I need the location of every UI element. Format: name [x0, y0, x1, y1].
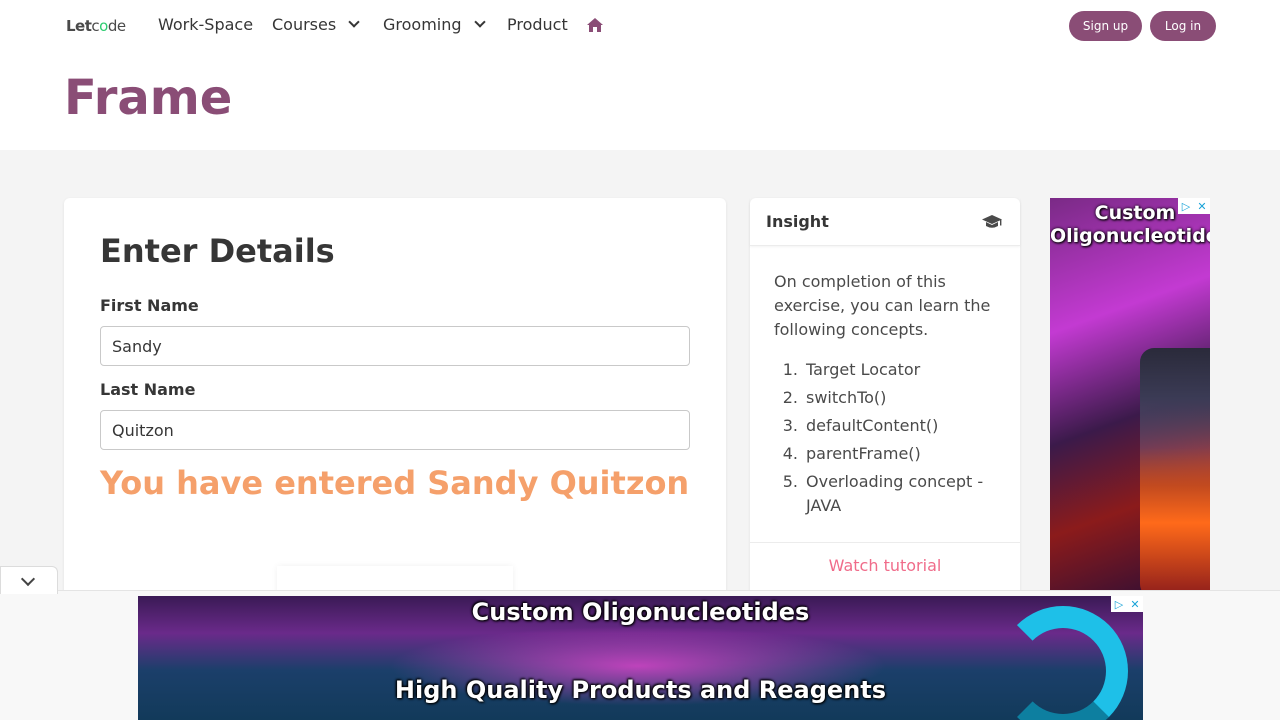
list-item-number: 5.	[782, 472, 798, 491]
list-item: 2. switchTo()	[774, 386, 996, 410]
result-text: You have entered Sandy Quitzon	[100, 464, 690, 502]
list-item: 5. Overloading concept - JAVA	[774, 470, 996, 518]
letcode-logo[interactable]: Letcode	[66, 17, 126, 35]
ad-choices-icon[interactable]: ▷	[1178, 198, 1194, 214]
top-navbar: Letcode Work-Space Courses Grooming Prod…	[0, 0, 1280, 52]
logo-text-c: c	[91, 17, 100, 35]
ad-close-icon[interactable]: ✕	[1194, 198, 1210, 214]
chevron-down-icon	[348, 15, 360, 28]
list-item-number: 3.	[782, 416, 798, 435]
list-item-number: 2.	[782, 388, 798, 407]
first-name-label: First Name	[100, 296, 199, 315]
insight-title: Insight	[766, 212, 829, 231]
first-name-input[interactable]	[100, 326, 690, 366]
nav-item-grooming[interactable]: Grooming	[383, 15, 486, 34]
side-ad-banner[interactable]: Custom Oligonucleotides ▷ ✕	[1050, 198, 1210, 592]
ad-close-icon[interactable]: ✕	[1127, 596, 1143, 612]
logo-text-o: o	[99, 17, 108, 35]
hero-section: Frame	[0, 52, 1280, 150]
list-item-text: defaultContent()	[806, 416, 939, 435]
last-name-label: Last Name	[100, 380, 196, 399]
nav-item-courses-label: Courses	[272, 15, 337, 34]
last-name-input[interactable]	[100, 410, 690, 450]
concept-list: 1. Target Locator 2. switchTo() 3. defaultC…	[774, 358, 996, 522]
logo-text-de: de	[107, 17, 126, 35]
chevron-down-icon	[473, 15, 486, 28]
ad-image	[1140, 348, 1210, 592]
signup-button[interactable]: Sign up	[1069, 11, 1142, 41]
chevron-down-icon	[20, 571, 36, 587]
list-item-text: switchTo()	[806, 388, 887, 407]
details-card: Enter Details First Name Last Name You h…	[64, 198, 726, 618]
nav-item-grooming-label: Grooming	[383, 15, 462, 34]
insight-card: Insight On completion of this exercise, …	[750, 198, 1020, 598]
list-item: 1. Target Locator	[774, 358, 996, 382]
login-button[interactable]: Log in	[1150, 11, 1216, 41]
logo-text-let: Let	[66, 17, 92, 35]
nav-item-product-label: Product	[507, 15, 568, 34]
insight-intro: On completion of this exercise, you can …	[774, 272, 991, 339]
page-title: Frame	[64, 70, 233, 126]
list-item: 3. defaultContent()	[774, 414, 996, 438]
list-item: 4. parentFrame()	[774, 442, 996, 466]
nav-item-workspace-label: Work-Space	[158, 15, 254, 34]
graduation-cap-icon	[982, 215, 1002, 228]
nav-item-courses[interactable]: Courses	[272, 15, 360, 34]
card-title: Enter Details	[100, 232, 335, 270]
collapse-ad-button[interactable]	[0, 566, 58, 594]
ad-choices-icon[interactable]: ▷	[1111, 596, 1127, 612]
insight-header: Insight	[750, 198, 1020, 246]
bottom-ad-headline: Custom Oligonucleotides	[471, 598, 810, 626]
home-icon[interactable]	[586, 17, 604, 33]
list-item-text: Target Locator	[806, 360, 921, 379]
watch-tutorial-link[interactable]: Watch tutorial	[750, 556, 1020, 575]
list-item-text: Overloading concept - JAVA	[806, 472, 984, 515]
nav-item-workspace[interactable]: Work-Space	[158, 15, 253, 34]
nav-item-product[interactable]: Product	[507, 15, 568, 34]
list-item-text: parentFrame()	[806, 444, 921, 463]
bottom-ad-banner[interactable]: Custom Oligonucleotides High Quality Pro…	[138, 596, 1143, 720]
list-item-number: 4.	[782, 444, 798, 463]
list-item-number: 1.	[782, 360, 798, 379]
bottom-ad-subline: High Quality Products and Reagents	[394, 676, 887, 704]
